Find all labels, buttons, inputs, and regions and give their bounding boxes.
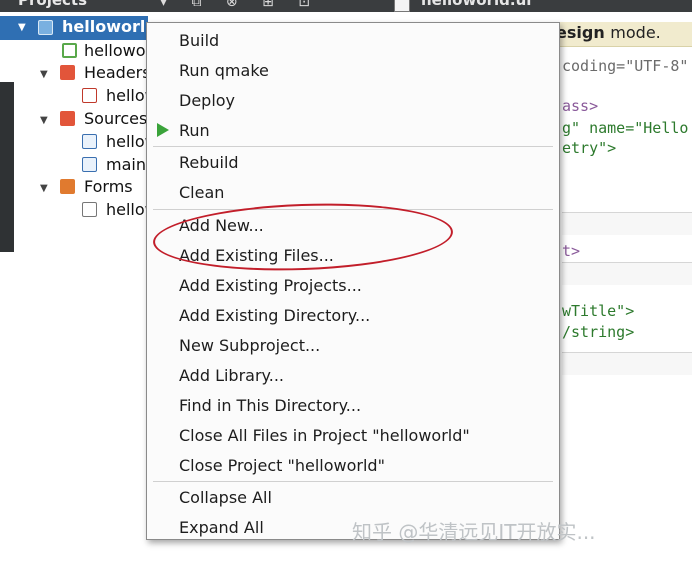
menu-item-new-subproject[interactable]: New Subproject...	[179, 331, 320, 361]
tree-item[interactable]: Headers	[84, 62, 148, 84]
open-file-tab[interactable]: helloworld.ui	[421, 0, 531, 9]
tree-item[interactable]: helloworld.h	[106, 85, 148, 107]
toolbar-icons[interactable]: ▾ ⧉ ⊗ ⊞ ⊡	[160, 0, 320, 10]
tree-item[interactable]: Forms	[84, 176, 133, 198]
collapse-arrow-icon[interactable]: ▼	[40, 183, 48, 194]
cpp-file-icon	[82, 134, 97, 149]
tree-item[interactable]: helloworld.pro	[84, 40, 148, 62]
projects-pane-title: Projects	[18, 0, 88, 9]
tree-item[interactable]: helloworld.cpp	[106, 131, 148, 153]
menu-item-add-existing-directory[interactable]: Add Existing Directory...	[179, 301, 370, 331]
tree-item[interactable]: Sources	[84, 108, 147, 130]
menu-item-close-project[interactable]: Close Project "helloworld"	[179, 451, 385, 481]
menu-item-add-library[interactable]: Add Library...	[179, 361, 284, 391]
code-line: t>	[562, 242, 581, 260]
menu-item-clean[interactable]: Clean	[179, 178, 224, 208]
design-mode-text: esign mode.	[556, 23, 661, 42]
collapse-arrow-icon[interactable]: ▼	[40, 115, 48, 126]
ui-file-icon	[394, 0, 410, 12]
code-line: /string>	[562, 323, 635, 341]
tree-item[interactable]: helloworld.ui	[106, 199, 148, 221]
code-fold-region	[562, 352, 692, 375]
project-folder-icon	[38, 20, 53, 35]
menu-separator	[153, 146, 553, 147]
code-fold-region	[562, 212, 692, 235]
code-fold-region	[562, 262, 692, 285]
header-file-icon	[82, 88, 97, 103]
context-menu: Build Run qmake Deploy Run Rebuild Clean…	[146, 22, 560, 540]
run-icon	[157, 123, 169, 137]
top-toolbar: Projects ▾ ⧉ ⊗ ⊞ ⊡ helloworld.ui	[0, 0, 692, 12]
menu-item-run-qmake[interactable]: Run qmake	[179, 56, 269, 86]
code-line: wTitle">	[562, 302, 635, 320]
code-line: coding="UTF-8"	[562, 57, 689, 75]
menu-item-collapse-all[interactable]: Collapse All	[179, 483, 272, 513]
menu-item-rebuild[interactable]: Rebuild	[179, 148, 239, 178]
menu-separator	[153, 481, 553, 482]
menu-item-run[interactable]: Run	[179, 116, 210, 146]
ui-file-icon	[82, 202, 97, 217]
forms-folder-icon	[60, 179, 75, 194]
tree-item-project[interactable]: helloworld	[62, 16, 148, 38]
menu-item-find-in-directory[interactable]: Find in This Directory...	[179, 391, 361, 421]
cpp-file-icon	[82, 157, 97, 172]
project-tree: ▼ helloworld helloworld.pro ▼ Headers he…	[0, 12, 148, 570]
collapse-arrow-icon[interactable]: ▼	[40, 69, 48, 80]
menu-item-expand-all[interactable]: Expand All	[179, 513, 264, 543]
menu-item-build[interactable]: Build	[179, 26, 219, 56]
tree-item[interactable]: main.cpp	[106, 154, 148, 176]
menu-item-deploy[interactable]: Deploy	[179, 86, 235, 116]
code-line: ass>	[562, 97, 599, 115]
menu-item-add-existing-projects[interactable]: Add Existing Projects...	[179, 271, 362, 301]
watermark: 知乎 @华清远见IT开放实...	[352, 520, 596, 544]
code-line: g" name="Hello	[562, 119, 689, 137]
menu-item-close-all-files[interactable]: Close All Files in Project "helloworld"	[179, 421, 470, 451]
sources-folder-icon	[60, 111, 75, 126]
pro-file-icon	[62, 43, 77, 58]
tree-gutter	[0, 82, 14, 252]
collapse-arrow-icon[interactable]: ▼	[18, 22, 26, 33]
headers-folder-icon	[60, 65, 75, 80]
code-line: etry">	[562, 139, 617, 157]
